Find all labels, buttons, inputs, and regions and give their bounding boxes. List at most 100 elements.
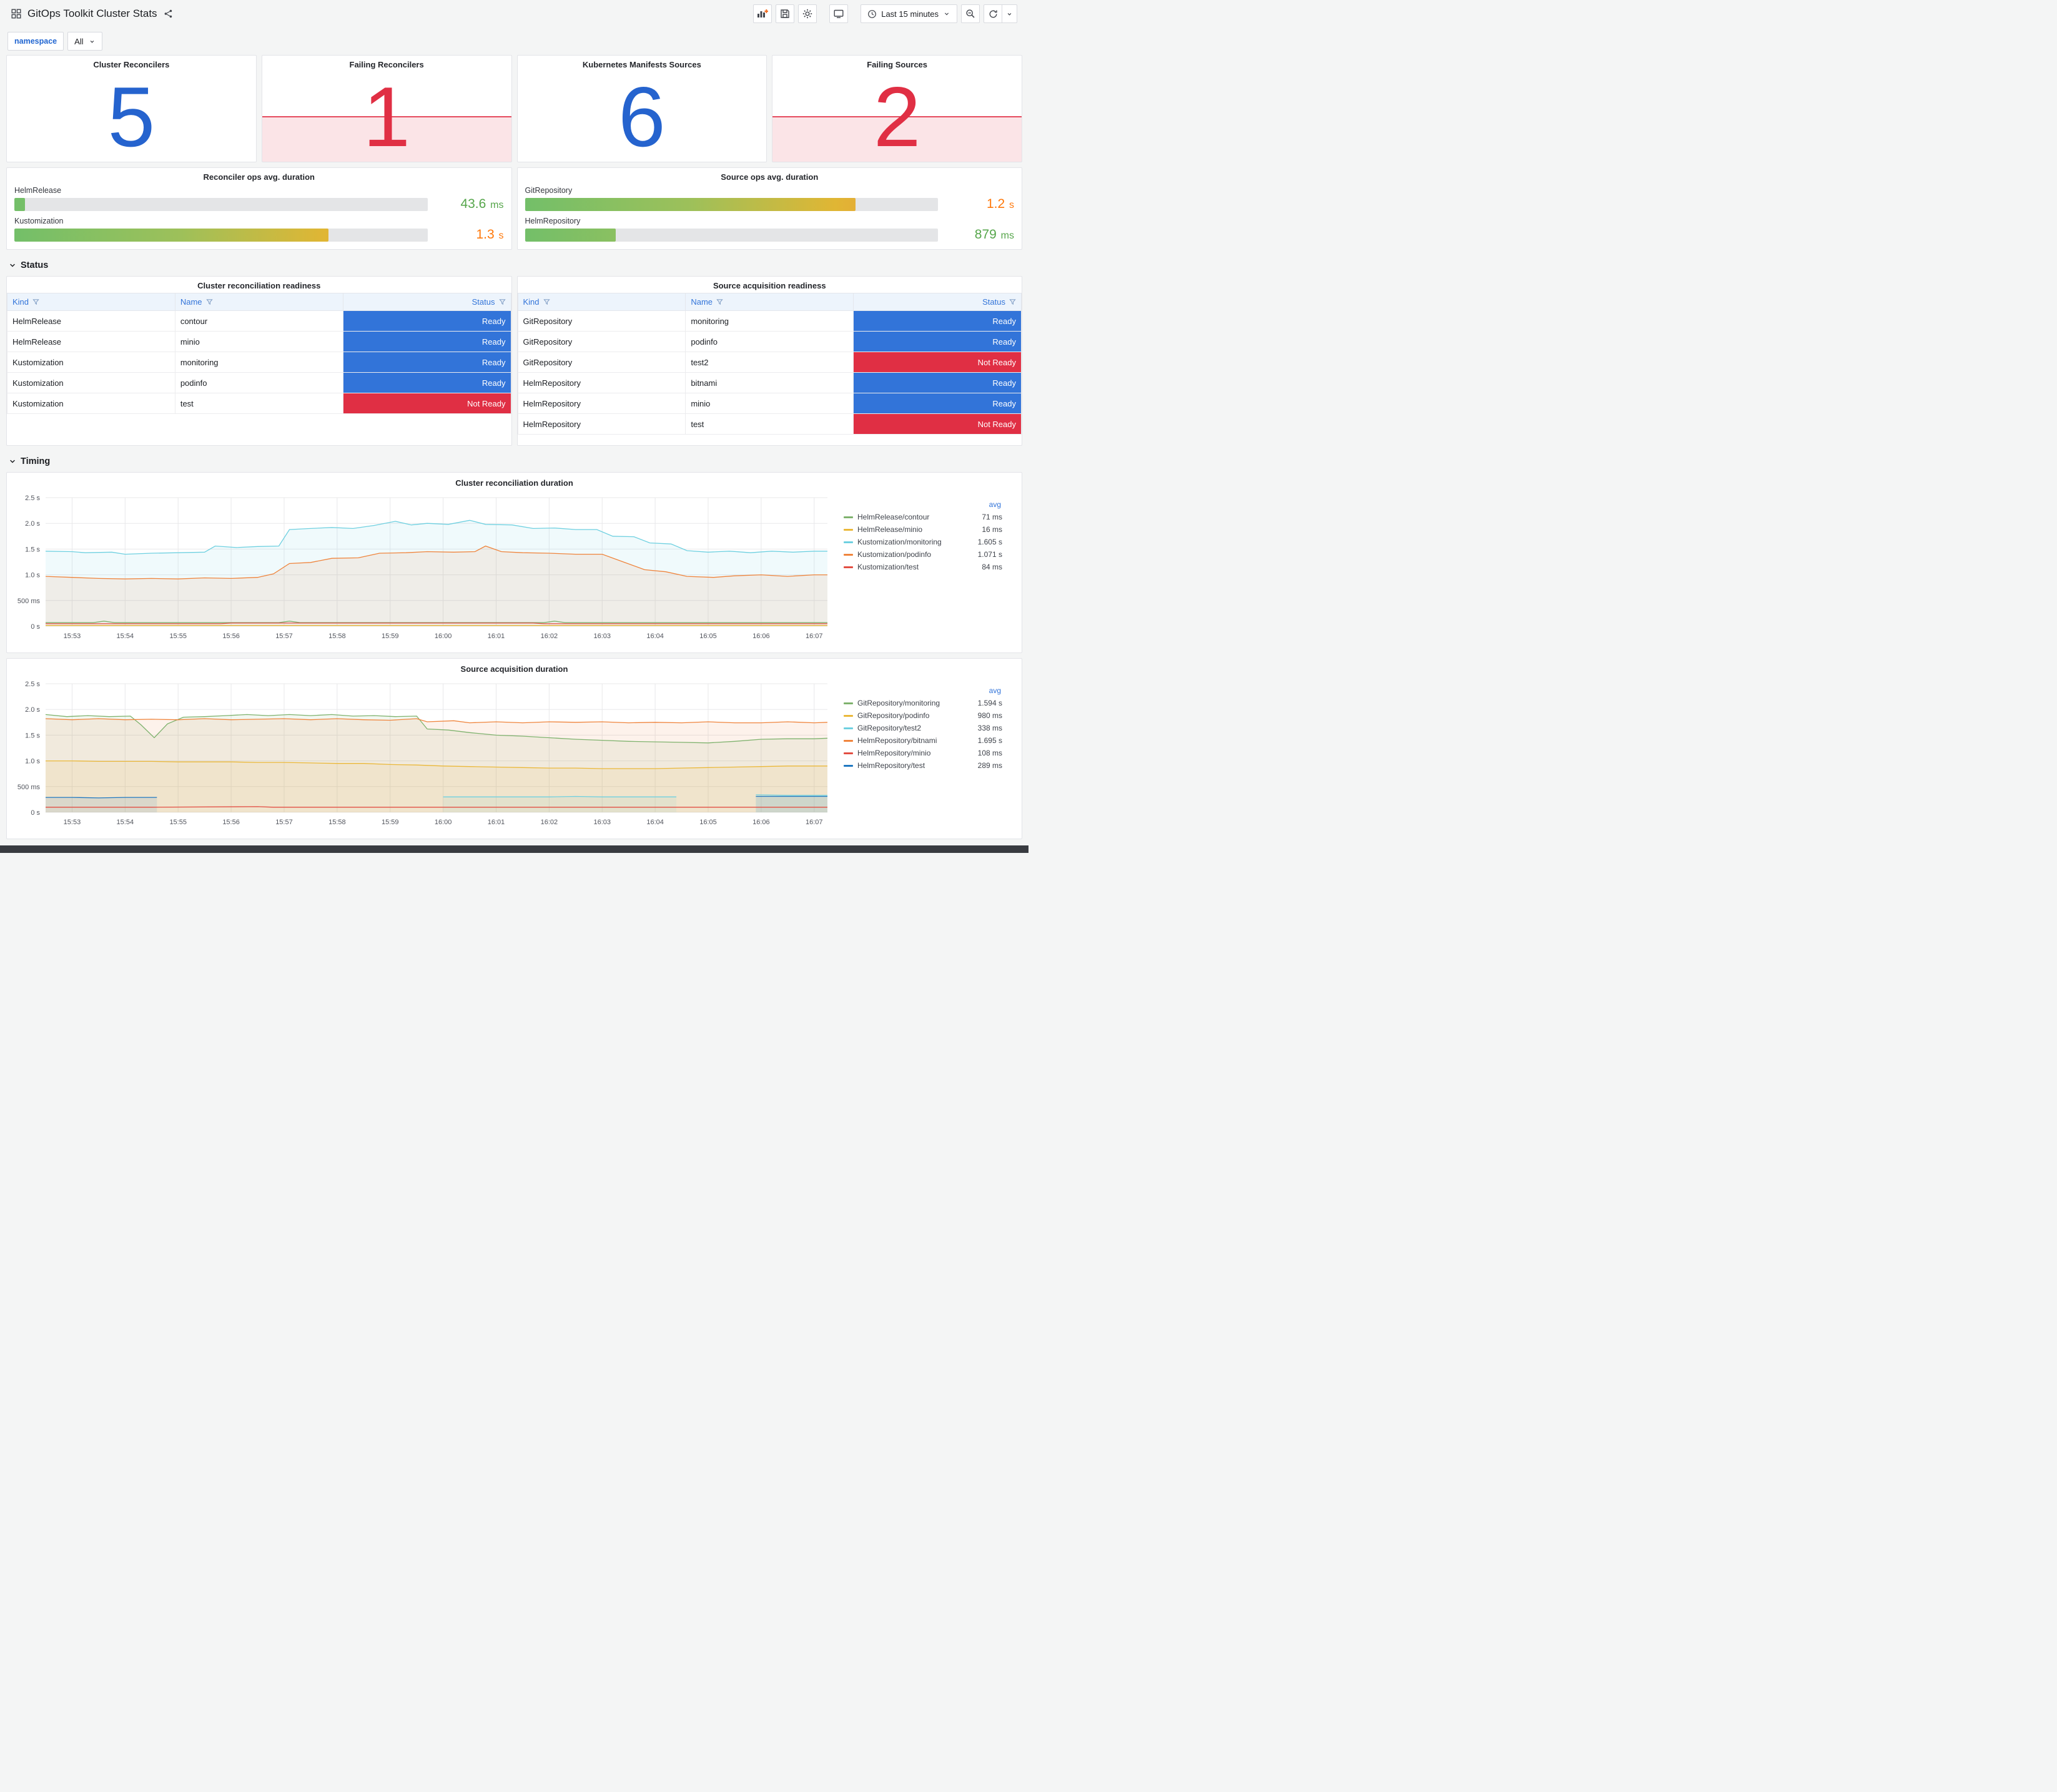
name-cell: podinfo <box>174 372 343 393</box>
status-badge: Ready <box>853 372 1022 393</box>
table-row: Kustomization test Not Ready <box>7 393 511 414</box>
share-icon[interactable] <box>164 9 173 19</box>
legend-item[interactable]: Kustomization/monitoring 1.605 s <box>844 536 1002 548</box>
time-range-label: Last 15 minutes <box>881 9 939 19</box>
refresh-interval-dropdown[interactable] <box>1002 4 1017 23</box>
gauge-row: GitRepository 1.2 s <box>524 184 1016 215</box>
page-title: GitOps Toolkit Cluster Stats <box>27 7 157 19</box>
source-acquisition-chart[interactable]: 0 s 500 ms 1.0 s 1.5 s 2.0 s 2.5 s 15:53 15:54 1… <box>12 676 836 829</box>
add-panel-button[interactable] <box>753 4 772 23</box>
kind-cell: Kustomization <box>7 372 175 393</box>
time-range-picker[interactable]: Last 15 minutes <box>861 4 957 23</box>
svg-text:16:03: 16:03 <box>593 819 611 826</box>
variables-row: namespace All <box>6 27 1022 55</box>
table-row: HelmRepository minio Ready <box>517 393 1022 414</box>
column-header-status[interactable]: Status <box>853 293 1022 311</box>
legend-item[interactable]: HelmRepository/minio 108 ms <box>844 747 1002 759</box>
legend-item[interactable]: HelmRelease/contour 71 ms <box>844 511 1002 523</box>
gauge-label: Kustomization <box>14 217 64 225</box>
svg-text:16:03: 16:03 <box>593 633 611 640</box>
gauge-label: HelmRelease <box>14 186 62 195</box>
stat-panel-failing-sources: Failing Sources 2 <box>772 55 1022 162</box>
series-name: Kustomization/test <box>857 563 919 571</box>
name-cell: contour <box>174 310 343 332</box>
filter-funnel-icon[interactable] <box>543 298 550 305</box>
filter-funnel-icon[interactable] <box>205 298 213 305</box>
refresh-button[interactable] <box>984 4 1002 23</box>
series-name: GitRepository/monitoring <box>857 699 940 707</box>
series-avg-value: 71 ms <box>982 513 1002 521</box>
status-badge: Not Ready <box>342 393 511 414</box>
tv-cycle-view-button[interactable] <box>829 4 849 23</box>
namespace-variable-value[interactable]: All <box>67 32 102 51</box>
series-avg-value: 1.605 s <box>977 538 1002 546</box>
legend-item[interactable]: GitRepository/podinfo 980 ms <box>844 709 1002 722</box>
gauge-fill <box>525 197 856 211</box>
namespace-variable-label[interactable]: namespace <box>7 32 64 51</box>
svg-text:16:05: 16:05 <box>699 819 717 826</box>
series-name: HelmRepository/test <box>857 761 925 770</box>
status-badge: Ready <box>853 331 1022 352</box>
series-avg-value: 980 ms <box>977 711 1002 720</box>
name-cell: bitnami <box>685 372 854 393</box>
legend-item[interactable]: Kustomization/podinfo 1.071 s <box>844 548 1002 561</box>
legend-item[interactable]: HelmRepository/test 289 ms <box>844 759 1002 772</box>
svg-text:16:04: 16:04 <box>646 819 664 826</box>
column-header-kind[interactable]: Kind <box>517 293 686 311</box>
section-header-status[interactable]: Status <box>6 255 1022 276</box>
gauge-panel-source-ops: Source ops avg. duration GitRepository 1… <box>516 167 1022 250</box>
series-avg-value: 289 ms <box>977 761 1002 770</box>
table-row: Kustomization monitoring Ready <box>7 352 511 373</box>
gauge-panels-row: Reconciler ops avg. duration HelmRelease… <box>6 167 1022 250</box>
legend-item[interactable]: GitRepository/monitoring 1.594 s <box>844 697 1002 709</box>
filter-funnel-icon[interactable] <box>716 298 723 305</box>
column-header-kind[interactable]: Kind <box>7 293 175 311</box>
gauge-fill <box>14 228 328 242</box>
chart-legend: avg GitRepository/monitoring 1.594 s GitRep… <box>836 676 1005 829</box>
section-header-timing[interactable]: Timing <box>6 451 1022 472</box>
panel-title: Source acquisition readiness <box>713 281 826 290</box>
cluster-readiness-table: Kind Name Status HelmRelease contour Ready Hel… <box>7 293 511 414</box>
svg-text:16:01: 16:01 <box>488 819 505 826</box>
gauge-row: HelmRelease 43.6 ms <box>13 184 505 215</box>
table-row: GitRepository monitoring Ready <box>517 310 1022 332</box>
name-cell: monitoring <box>174 352 343 373</box>
column-header-name[interactable]: Name <box>685 293 854 311</box>
dashboard-header: GitOps Toolkit Cluster Stats Last 15 min… <box>6 0 1022 27</box>
dashboard-body: Cluster Reconcilers 5 Failing Reconciler… <box>6 55 1022 839</box>
gauge-track <box>14 197 428 211</box>
filter-funnel-icon[interactable] <box>32 298 39 305</box>
series-name: Kustomization/podinfo <box>857 550 932 559</box>
window-bottom-bar <box>0 845 1028 853</box>
cluster-reconciliation-chart[interactable]: 0 s 500 ms 1.0 s 1.5 s 2.0 s 2.5 s 15:53 15:54 1… <box>12 490 836 642</box>
legend-item[interactable]: GitRepository/test2 338 ms <box>844 722 1002 734</box>
gauge-value: 43.6 ms <box>460 197 504 211</box>
series-color-swatch <box>844 566 853 568</box>
save-dashboard-button[interactable] <box>776 4 795 23</box>
gauge-track <box>525 228 938 242</box>
dashboard-settings-button[interactable] <box>798 4 817 23</box>
svg-text:16:06: 16:06 <box>752 633 770 640</box>
series-name: HelmRepository/bitnami <box>857 736 937 745</box>
series-name: HelmRelease/contour <box>857 513 930 521</box>
svg-text:1.5 s: 1.5 s <box>25 732 40 739</box>
legend-avg-header: avg <box>989 500 1001 509</box>
filter-funnel-icon[interactable] <box>1009 298 1016 305</box>
legend-item[interactable]: HelmRelease/minio 16 ms <box>844 523 1002 536</box>
svg-text:15:53: 15:53 <box>64 819 81 826</box>
dashboard-page: GitOps Toolkit Cluster Stats Last 15 min… <box>0 0 1028 839</box>
filter-funnel-icon[interactable] <box>498 298 506 305</box>
status-badge: Ready <box>342 310 511 332</box>
legend-item[interactable]: Kustomization/test 84 ms <box>844 561 1002 573</box>
name-cell: test <box>685 413 854 435</box>
column-header-status[interactable]: Status <box>342 293 511 311</box>
series-color-swatch <box>844 516 853 518</box>
svg-text:15:58: 15:58 <box>328 819 346 826</box>
svg-text:1.0 s: 1.0 s <box>25 758 40 766</box>
legend-item[interactable]: HelmRepository/bitnami 1.695 s <box>844 734 1002 747</box>
chevron-down-icon <box>10 263 15 267</box>
name-cell: test2 <box>685 352 854 373</box>
column-header-name[interactable]: Name <box>174 293 343 311</box>
series-color-swatch <box>844 752 853 754</box>
zoom-out-time-button[interactable] <box>961 4 980 23</box>
